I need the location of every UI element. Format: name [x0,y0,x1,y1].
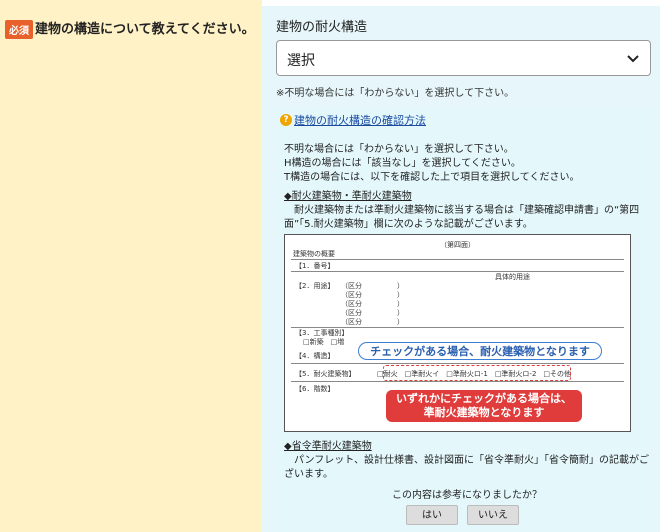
doc-row3-options: □新築 □増 [303,338,345,346]
quasi-fireproof-callout: いずれかにチェックがある場合は、 準耐火建築物となります [386,390,582,422]
fireproof-callout: チェックがある場合、耐火建築物となります [358,342,602,360]
section1-title: ◆耐火建築物・準耐火建築物 [284,191,412,202]
section1-line: 耐火建築物または準耐火建築物に該当する場合は「建築確認申請書」の“第四 [284,205,640,216]
field-note: ※不明な場合には「わからない」を選択して下さい。 [276,88,515,99]
required-badge: 必須 [5,20,33,39]
doc-row4: 【4．構造】 [295,352,335,360]
doc-kubun: （区分 ） [341,318,404,326]
doc-row5: 【5．耐火建築物】 [295,370,356,378]
feedback-question: この内容は参考になりましたか？ [392,490,542,501]
doc-divider [291,259,624,260]
question-column [0,0,262,532]
callout-line: いずれかにチェックがある場合は、 [396,392,572,405]
help-line: H構造の場合には「該当なし」を選択してください。 [284,158,521,169]
doc-title: 建築物の概要 [293,250,335,258]
doc-row1: 【1．番号】 [295,262,335,270]
question-title: 建物の構造について教えてください。 [35,22,255,37]
section2-line: ざいます。 [284,469,333,480]
section1-line: 面”「5.耐火建築物」欄に次のような記載がございます。 [284,219,533,230]
highlight-dashed-box [383,365,571,381]
doc-divider [291,271,624,272]
help-line: T構造の場合には、以下を確認した上で項目を選択してください。 [284,172,580,183]
doc-col-right: 具体的用途 [495,273,530,281]
doc-divider [291,381,624,382]
field-label: 建物の耐火構造 [276,20,368,35]
doc-divider [291,363,624,364]
help-link[interactable]: 建物の耐火構造の確認方法 [294,112,426,128]
section2-line: パンフレット、設計仕様書、設計図面に「省令準耐火」「省令簡耐」の記載がご [284,455,649,466]
doc-row6: 【6．階数】 [295,385,335,393]
help-line: 不明な場合には「わからない」を選択して下さい。 [284,144,514,155]
fire-structure-select[interactable]: 選択 [276,40,651,76]
chevron-down-icon [627,55,639,63]
callout-line: 準耐火建築物となります [423,406,545,419]
top-band [262,0,660,6]
question-icon: ? [280,114,292,126]
select-value: 選択 [287,53,315,69]
doc-header: （第四面） [440,241,475,249]
yes-button[interactable]: はい [406,505,458,525]
no-button[interactable]: いいえ [467,505,519,525]
section2-title: ◆省令準耐火建築物 [284,441,372,452]
doc-row2: 【2．用途】 [295,282,335,290]
